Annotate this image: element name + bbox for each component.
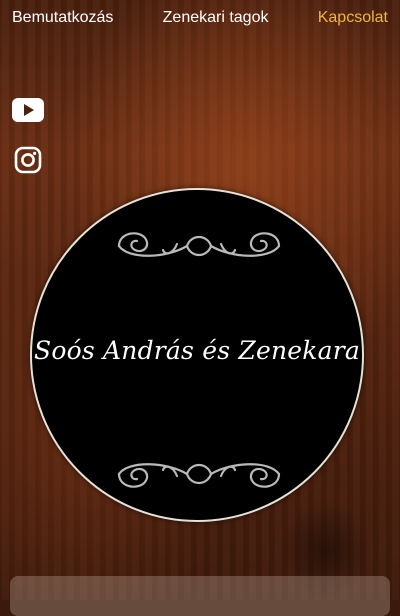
instagram-icon <box>14 146 42 174</box>
top-navigation: Bemutatkozás Zenekari tagok Kapcsolat <box>0 0 400 36</box>
band-name: Soós András és Zenekara <box>34 336 360 365</box>
nav-link-bemutatkozas[interactable]: Bemutatkozás <box>12 9 113 27</box>
youtube-link[interactable] <box>12 96 44 124</box>
ornament-top-icon <box>117 232 281 257</box>
content-panel <box>10 576 390 616</box>
youtube-icon <box>12 98 44 122</box>
ornament-bottom-icon <box>117 463 281 488</box>
instagram-link[interactable] <box>12 146 44 174</box>
band-emblem: Soós András és Zenekara <box>30 188 364 522</box>
nav-link-zenekari-tagok[interactable]: Zenekari tagok <box>163 9 269 27</box>
nav-link-kapcsolat[interactable]: Kapcsolat <box>318 9 388 27</box>
